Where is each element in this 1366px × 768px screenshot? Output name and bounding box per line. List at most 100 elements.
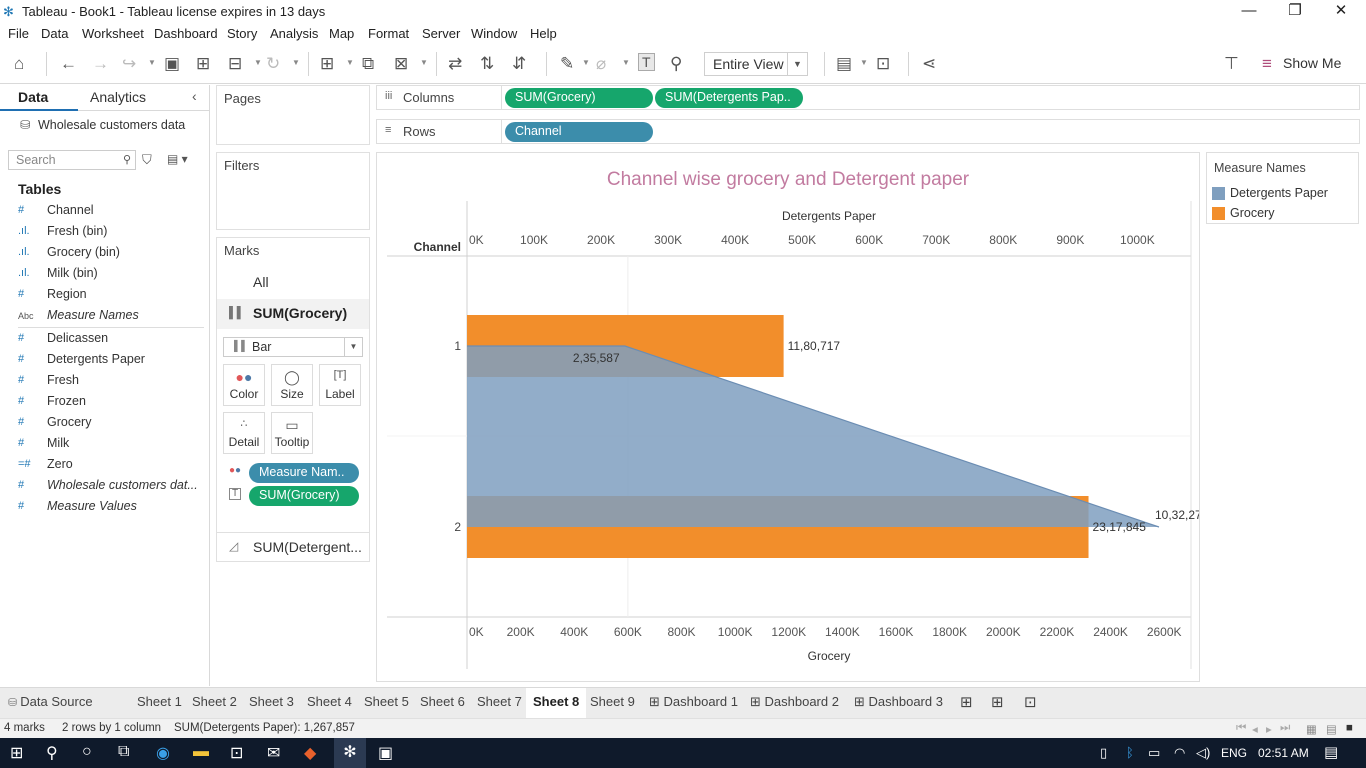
battery-icon[interactable]: ▭: [1148, 745, 1160, 761]
mark-type-dropdown[interactable]: ▌▌ Bar ▼: [223, 337, 363, 357]
tab-sheet-6[interactable]: Sheet 6: [420, 694, 465, 709]
fix-axes-icon[interactable]: ⚲: [670, 54, 682, 74]
tab-data-source[interactable]: ⛁ Data Source: [8, 694, 93, 709]
color-button[interactable]: ●● Color: [223, 364, 265, 406]
tab-dashboard-1[interactable]: ⊞ Dashboard 1: [649, 694, 738, 710]
home-icon[interactable]: ⌂: [14, 54, 24, 74]
field-item[interactable]: # Fresh: [18, 371, 203, 392]
tableau-taskbar-icon[interactable]: ✻: [334, 738, 366, 768]
new-worksheet-icon[interactable]: ⊞: [320, 54, 334, 74]
view-options-icon[interactable]: ▤ ▾: [167, 152, 188, 166]
share-icon[interactable]: ⋖: [922, 54, 936, 74]
marks-grocery-tab[interactable]: ▌▌ SUM(Grocery): [217, 299, 369, 329]
sort-ascending-icon[interactable]: ⇅: [480, 54, 494, 74]
field-item[interactable]: Abc Measure Names: [18, 306, 203, 327]
brave-icon[interactable]: ◆: [304, 743, 316, 763]
filter-icon[interactable]: ⛉: [142, 152, 152, 168]
photos-icon[interactable]: ▣: [378, 743, 393, 763]
menu-help[interactable]: Help: [530, 26, 557, 41]
search-icon[interactable]: ⚲: [46, 743, 58, 763]
new-story-tab-icon[interactable]: ⊡: [1024, 693, 1037, 711]
redo-icon[interactable]: →: [92, 54, 109, 74]
last-page-icon[interactable]: ⏭: [1280, 722, 1290, 735]
tab-sheet-8[interactable]: Sheet 8: [533, 694, 579, 709]
filters-card[interactable]: Filters: [216, 152, 370, 230]
menu-file[interactable]: File: [8, 26, 29, 41]
rows-shelf[interactable]: ≡ Rows Channel: [376, 119, 1360, 144]
presentation-mode-icon[interactable]: ⊡: [876, 54, 890, 74]
field-item[interactable]: .ıl. Grocery (bin): [18, 243, 203, 264]
menu-server[interactable]: Server: [422, 26, 460, 41]
next-page-icon[interactable]: ▸: [1266, 722, 1272, 736]
windows-start-icon[interactable]: ⊞: [10, 743, 23, 763]
show-mark-labels-icon[interactable]: T: [638, 53, 655, 71]
field-item[interactable]: # Frozen: [18, 392, 203, 413]
show-me-icon[interactable]: ≡: [1262, 54, 1272, 74]
mail-icon[interactable]: ✉: [267, 743, 280, 763]
columns-pill-grocery[interactable]: SUM(Grocery): [505, 88, 653, 108]
show-cards-icon[interactable]: ▤: [836, 54, 852, 74]
refresh-dropdown-icon[interactable]: ▼: [292, 58, 300, 67]
pause-updates-icon[interactable]: ⊟: [228, 54, 242, 74]
clear-sheet-icon[interactable]: ⊠: [394, 54, 408, 74]
field-item[interactable]: # Region: [18, 285, 203, 306]
field-item[interactable]: # Wholesale customers dat...: [18, 476, 203, 497]
sheet-sorter-icon[interactable]: ▦: [1306, 722, 1317, 736]
tab-dashboard-2[interactable]: ⊞ Dashboard 2: [750, 694, 839, 710]
language-indicator[interactable]: ENG: [1221, 746, 1247, 760]
store-icon[interactable]: ⊡: [230, 743, 243, 763]
close-icon[interactable]: ✕: [1318, 0, 1364, 24]
menu-dashboard[interactable]: Dashboard: [154, 26, 218, 41]
group-dropdown-icon[interactable]: ▼: [622, 58, 630, 67]
fit-dropdown[interactable]: Entire View ▼: [704, 52, 808, 76]
field-item[interactable]: # Grocery: [18, 413, 203, 434]
menu-story[interactable]: Story: [227, 26, 257, 41]
menu-window[interactable]: Window: [471, 26, 517, 41]
replay-icon[interactable]: ↪: [122, 54, 136, 74]
replay-dropdown-icon[interactable]: ▼: [148, 58, 156, 67]
menu-format[interactable]: Format: [368, 26, 409, 41]
file-explorer-icon[interactable]: ▬: [193, 743, 209, 761]
tabs-view-icon[interactable]: ■: [1346, 722, 1353, 734]
columns-pill-detergents[interactable]: SUM(Detergents Pap..: [655, 88, 803, 108]
group-members-icon[interactable]: ⌀: [596, 54, 606, 74]
wifi-icon[interactable]: ◠: [1174, 745, 1185, 761]
field-item[interactable]: # Measure Values: [18, 497, 203, 518]
volume-icon[interactable]: ◁): [1196, 745, 1210, 761]
field-item[interactable]: =# Zero: [18, 455, 203, 476]
filmstrip-icon[interactable]: ▤: [1326, 722, 1337, 736]
new-worksheet-tab-icon[interactable]: ⊞: [960, 693, 973, 711]
clock[interactable]: 02:51 AM: [1258, 746, 1309, 760]
tab-sheet-2[interactable]: Sheet 2: [192, 694, 237, 709]
bluetooth-icon[interactable]: ᛒ: [1126, 745, 1134, 760]
notifications-icon[interactable]: ▤: [1324, 743, 1338, 761]
tab-sheet-5[interactable]: Sheet 5: [364, 694, 409, 709]
marks-detergent-tab[interactable]: ◿ SUM(Detergent...: [217, 532, 369, 560]
field-item[interactable]: .ıl. Milk (bin): [18, 264, 203, 285]
detail-button[interactable]: ∴ Detail: [223, 412, 265, 454]
swap-rows-columns-icon[interactable]: ⇄: [448, 54, 462, 74]
undo-icon[interactable]: ←: [60, 54, 77, 74]
tab-sheet-7[interactable]: Sheet 7: [477, 694, 522, 709]
highlight-icon[interactable]: ✎: [560, 54, 574, 74]
task-view-icon[interactable]: ⧉: [118, 743, 129, 761]
new-datasource-icon[interactable]: ⊞: [196, 54, 210, 74]
prev-page-icon[interactable]: ◂: [1252, 722, 1258, 736]
save-icon[interactable]: ▣: [164, 54, 180, 74]
field-item[interactable]: .ıl. Fresh (bin): [18, 222, 203, 243]
show-cards-dropdown-icon[interactable]: ▼: [860, 58, 868, 67]
new-worksheet-dropdown-icon[interactable]: ▼: [346, 58, 354, 67]
sort-descending-icon[interactable]: ⇵: [512, 54, 526, 74]
tooltip-button[interactable]: ▭ Tooltip: [271, 412, 313, 454]
marks-all-tab[interactable]: All: [253, 274, 269, 290]
format-workbook-icon[interactable]: ⊤: [1224, 54, 1239, 74]
menu-map[interactable]: Map: [329, 26, 354, 41]
rows-pill-channel[interactable]: Channel: [505, 122, 653, 142]
menu-worksheet[interactable]: Worksheet: [82, 26, 144, 41]
tab-sheet-9[interactable]: Sheet 9: [590, 694, 635, 709]
tab-sheet-1[interactable]: Sheet 1: [137, 694, 182, 709]
minimize-icon[interactable]: —: [1226, 0, 1272, 24]
highlight-dropdown-icon[interactable]: ▼: [582, 58, 590, 67]
tab-sheet-4[interactable]: Sheet 4: [307, 694, 352, 709]
tab-data[interactable]: Data: [0, 85, 78, 111]
